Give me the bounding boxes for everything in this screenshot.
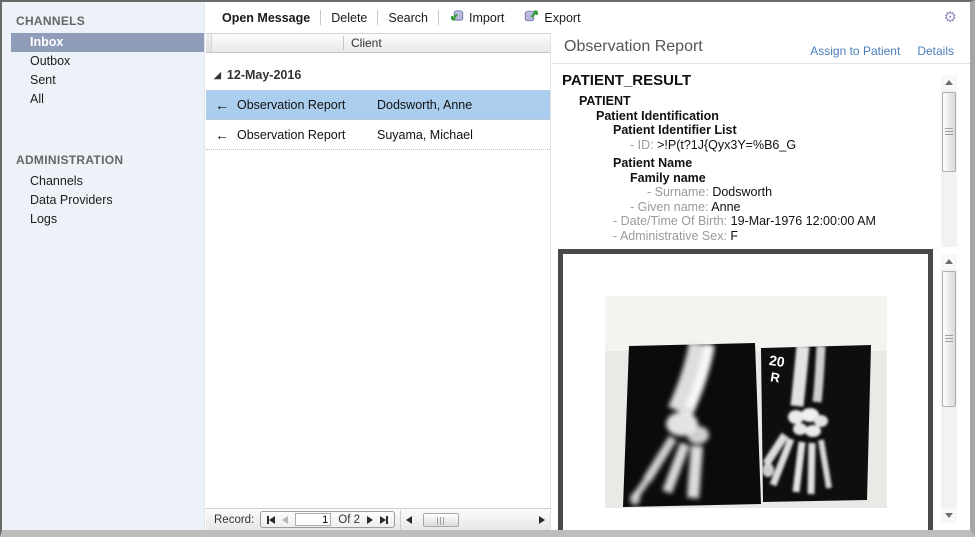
tree-node-family-name: Family name xyxy=(562,171,925,186)
toolbar: Open Message Delete Search Import xyxy=(206,2,970,33)
xray-image: 20 R xyxy=(605,296,887,508)
message-type: Observation Report xyxy=(237,128,377,142)
scroll-right-arrow[interactable] xyxy=(539,516,545,524)
assign-to-patient-link[interactable]: Assign to Patient xyxy=(810,44,900,58)
message-client: Dodsworth, Anne xyxy=(377,98,550,112)
tree-field-date-of-birth: - Date/Time Of Birth: 19-Mar-1976 12:00:… xyxy=(562,214,925,229)
image-scrollbar[interactable] xyxy=(941,254,957,523)
report-title: Observation Report xyxy=(564,38,703,56)
tree-node-patient-name: Patient Name xyxy=(562,156,925,171)
tree-field-surname: - Surname: Dodsworth xyxy=(562,185,925,200)
sidebar-item-logs[interactable]: Logs xyxy=(2,210,204,229)
next-record-button[interactable] xyxy=(367,516,373,524)
report-links: Assign to Patient Details xyxy=(810,44,954,58)
scroll-up-arrow[interactable] xyxy=(941,75,957,90)
incoming-message-icon: ← xyxy=(215,127,237,143)
patient-result-tree: PATIENT_RESULT PATIENT Patient Identific… xyxy=(562,71,925,243)
open-message-button[interactable]: Open Message xyxy=(212,11,320,25)
import-label: Import xyxy=(469,11,504,25)
horizontal-scrollbar[interactable] xyxy=(400,510,550,530)
record-label: Record: xyxy=(214,514,254,526)
icon-column-header xyxy=(206,34,212,52)
tree-node-patient-identifier-list: Patient Identifier List xyxy=(562,123,925,138)
message-type: Observation Report xyxy=(237,98,377,112)
record-navigator: Record: Of 2 xyxy=(206,508,551,530)
tree-node-patient: PATIENT xyxy=(562,94,925,109)
list-column-header[interactable]: Client xyxy=(206,33,550,53)
sidebar-item-data-providers[interactable]: Data Providers xyxy=(2,191,204,210)
group-date-label: 12-May-2016 xyxy=(227,68,301,82)
import-icon xyxy=(449,9,464,26)
tree-scrollbar-thumb[interactable] xyxy=(942,92,956,172)
tree-field-given-name: - Given name: Anne xyxy=(562,200,925,215)
import-button[interactable]: Import xyxy=(439,9,514,26)
scroll-down-arrow[interactable] xyxy=(941,508,957,523)
app-window: CHANNELS Inbox Outbox Sent All ADMINISTR… xyxy=(0,0,975,537)
column-separator xyxy=(343,36,344,50)
scroll-left-arrow[interactable] xyxy=(406,516,412,524)
administration-section-title: ADMINISTRATION xyxy=(2,141,204,172)
settings-gear-icon[interactable]: ⚙ xyxy=(944,8,957,26)
export-label: Export xyxy=(544,11,580,25)
tree-scrollbar[interactable] xyxy=(941,75,957,247)
scroll-up-arrow[interactable] xyxy=(941,254,957,269)
channels-section-title: CHANNELS xyxy=(2,2,204,33)
record-number-input[interactable] xyxy=(295,513,331,526)
xray-image-container: 20 R xyxy=(558,249,933,530)
horizontal-scrollbar-thumb[interactable] xyxy=(423,513,459,527)
sidebar: CHANNELS Inbox Outbox Sent All ADMINISTR… xyxy=(2,2,205,530)
record-nav-group: Of 2 xyxy=(260,511,395,528)
tree-field-administrative-sex: - Administrative Sex: F xyxy=(562,229,925,244)
report-header: Observation Report Assign to Patient Det… xyxy=(552,33,970,64)
sidebar-item-all[interactable]: All xyxy=(2,90,204,109)
search-button[interactable]: Search xyxy=(378,11,438,25)
sidebar-item-channels[interactable]: Channels xyxy=(2,172,204,191)
message-client: Suyama, Michael xyxy=(377,128,550,142)
message-list-pane: Client ◢ 12-May-2016 ← Observation Report… xyxy=(206,33,551,508)
date-group-header[interactable]: ◢ 12-May-2016 xyxy=(214,68,550,82)
tree-node-patient-identification: Patient Identification xyxy=(562,109,925,124)
details-link[interactable]: Details xyxy=(917,44,954,58)
incoming-message-icon: ← xyxy=(215,97,237,113)
first-record-button[interactable] xyxy=(267,516,275,524)
tree-field-id: - ID: >!P(t?1J{Qyx3Y=%B6_G xyxy=(562,138,925,153)
delete-button[interactable]: Delete xyxy=(321,11,377,25)
image-scrollbar-thumb[interactable] xyxy=(942,271,956,407)
sidebar-item-inbox[interactable]: Inbox xyxy=(11,33,204,52)
message-row[interactable]: ← Observation Report Suyama, Michael xyxy=(206,120,550,150)
record-total-label: Of 2 xyxy=(338,514,360,526)
sidebar-item-outbox[interactable]: Outbox xyxy=(2,52,204,71)
message-row[interactable]: ← Observation Report Dodsworth, Anne xyxy=(206,90,550,120)
client-column-label: Client xyxy=(351,34,382,53)
report-pane: Observation Report Assign to Patient Det… xyxy=(552,33,970,530)
last-record-button[interactable] xyxy=(380,516,388,524)
previous-record-button[interactable] xyxy=(282,516,288,524)
tree-node-patient-result: PATIENT_RESULT xyxy=(562,71,925,90)
group-expander-icon[interactable]: ◢ xyxy=(214,70,221,80)
export-button[interactable]: Export xyxy=(514,9,590,26)
export-icon xyxy=(524,9,539,26)
film-marker-text: 20 xyxy=(768,352,786,370)
sidebar-item-sent[interactable]: Sent xyxy=(2,71,204,90)
